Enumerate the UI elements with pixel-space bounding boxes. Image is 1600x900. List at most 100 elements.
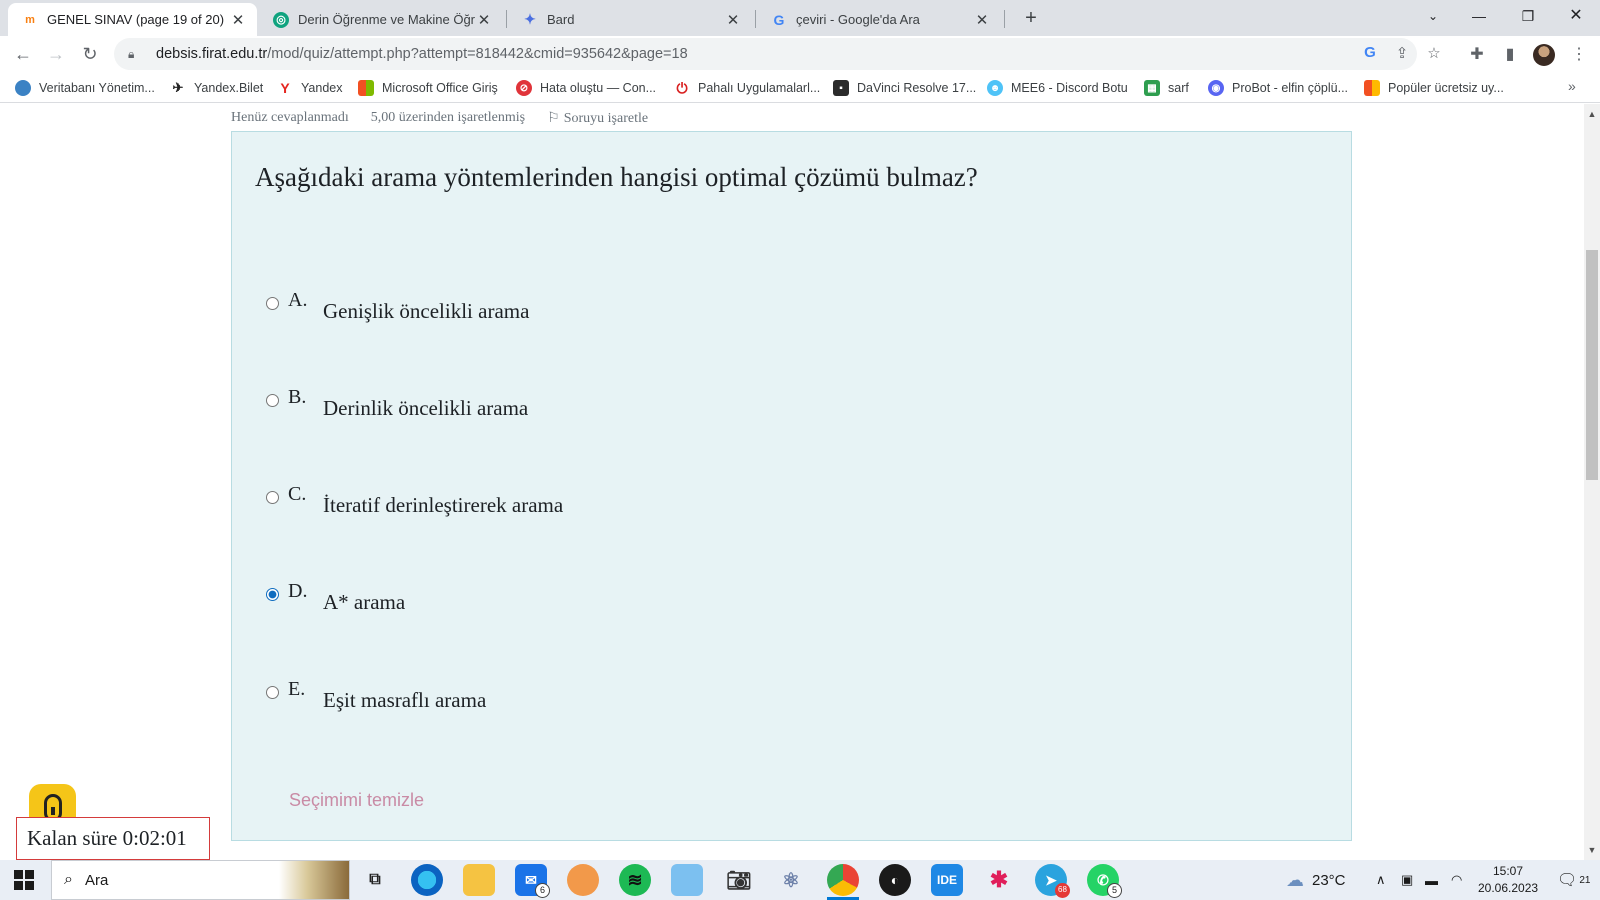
answer-radio-e[interactable]: [266, 686, 279, 699]
tab-search-chevron-icon[interactable]: ⌄: [1410, 0, 1456, 34]
bookmark-item[interactable]: Y Yandex: [277, 79, 342, 97]
minimize-icon[interactable]: —: [1456, 0, 1502, 34]
tab-title: Derin Öğrenme ve Makine Öğrenmesi: [298, 12, 475, 27]
bookmark-item[interactable]: ☻ MEE6 - Discord Botu: [987, 79, 1128, 97]
clock-time: 15:07: [1492, 864, 1524, 878]
close-tab-icon[interactable]: ✕: [475, 11, 493, 29]
answer-text: Eşit masraflı arama: [323, 688, 487, 712]
address-bar[interactable]: 🔒︎ debsis.firat.edu.tr/mod/quiz/attempt.…: [114, 38, 1417, 70]
bookmark-item[interactable]: ⏻ Pahalı Uygulamalarl...: [674, 79, 820, 97]
windows-start-icon[interactable]: [14, 870, 34, 890]
edge-icon[interactable]: [411, 864, 443, 896]
bookmark-item[interactable]: ◉ ProBot - elfin çöplü...: [1208, 79, 1348, 97]
bookmarks-bar: Veritabanı Yönetim... ✈ Yandex.Bilet Y Yan…: [0, 73, 1600, 103]
flag-icon: ⚐: [547, 111, 560, 126]
extensions-icon[interactable]: ✚: [1464, 42, 1490, 68]
page-content: Henüz cevaplanmadı 5,00 üzerinden işaret…: [0, 104, 1584, 860]
close-tab-icon[interactable]: ✕: [229, 11, 247, 29]
url-path: /mod/quiz/attempt.php?attempt=818442&cmi…: [267, 46, 688, 62]
url-host: debsis.firat.edu.tr: [156, 46, 268, 62]
bookmark-item[interactable]: ✈ Yandex.Bilet: [170, 79, 264, 97]
close-window-icon[interactable]: ✕: [1553, 0, 1599, 34]
flag-question-link[interactable]: ⚐ Soruyu işaretle: [547, 110, 648, 127]
error-icon: ⊘: [516, 80, 532, 96]
atom-icon[interactable]: ⚛: [775, 864, 807, 896]
more-bookmarks-icon[interactable]: »: [1568, 78, 1576, 94]
browser-tab-strip: m GENEL SINAV (page 19 of 20) ✕ ◎ Derin …: [0, 0, 1600, 36]
tab-genel-sinav[interactable]: m GENEL SINAV (page 19 of 20) ✕: [8, 3, 257, 36]
weather-cloud-icon: ☁: [1286, 869, 1304, 890]
bookmark-item[interactable]: Veritabanı Yönetim...: [15, 79, 155, 97]
forward-icon[interactable]: →: [42, 41, 70, 69]
scrollbar-thumb[interactable]: [1586, 250, 1598, 480]
tray-chevron-icon[interactable]: ∧: [1376, 860, 1386, 900]
camera-icon[interactable]: 📷︎: [723, 864, 755, 896]
tab-title: Bard: [547, 12, 575, 27]
chrome-icon[interactable]: [827, 864, 859, 900]
photos-icon[interactable]: [671, 864, 703, 896]
slack-icon[interactable]: ✱: [983, 864, 1015, 896]
google-translate-icon[interactable]: G: [1360, 44, 1380, 61]
answer-radio-b[interactable]: [266, 394, 279, 407]
notifications-icon[interactable]: 🗨︎ 21: [1557, 860, 1590, 900]
menu-kebab-icon[interactable]: ⋮: [1566, 42, 1592, 68]
file-explorer-icon[interactable]: [463, 864, 495, 896]
answer-letter: C.: [288, 483, 307, 505]
globe-icon: [15, 80, 31, 96]
yandex-icon: Y: [280, 80, 290, 96]
tab-bard[interactable]: ✦ Bard ✕: [508, 3, 752, 36]
obs-icon[interactable]: ◐: [879, 864, 911, 896]
answer-radio-a[interactable]: [266, 297, 279, 310]
taskbar-search[interactable]: ⌕ Ara: [51, 860, 350, 900]
scroll-down-icon[interactable]: ▼: [1584, 842, 1600, 858]
tab-separator: [1004, 10, 1005, 28]
back-icon[interactable]: ←: [9, 41, 37, 69]
answer-radio-d[interactable]: [266, 588, 279, 601]
reload-icon[interactable]: ↻: [76, 41, 104, 69]
question-text: Aşağıdaki arama yöntemlerinden hangisi o…: [255, 162, 978, 192]
bookmark-item[interactable]: Popüler ücretsiz uy...: [1364, 79, 1504, 97]
answer-letter: D.: [288, 580, 308, 602]
taskbar-clock[interactable]: 15:07 20.06.2023: [1478, 863, 1538, 897]
page-scrollbar[interactable]: ▲ ▼: [1584, 104, 1600, 860]
moodle-icon: m: [25, 13, 35, 26]
task-view-icon[interactable]: ⧉: [359, 864, 391, 896]
microsoft-icon: [358, 80, 374, 96]
bookmark-item[interactable]: ⊘ Hata oluştu — Con...: [516, 79, 656, 97]
new-tab-button[interactable]: +: [1018, 6, 1044, 32]
ide-icon[interactable]: IDE: [931, 864, 963, 896]
meet-icon[interactable]: ▣: [1401, 860, 1413, 900]
question-status: Henüz cevaplanmadı: [231, 110, 349, 125]
clear-choice-link[interactable]: Seçimimi temizle: [289, 790, 424, 811]
weather-widget[interactable]: ☁ 23°C: [1286, 860, 1346, 900]
question-mark: 5,00 üzerinden işaretlenmiş: [370, 110, 526, 125]
share-icon[interactable]: ⇪: [1392, 44, 1412, 62]
side-panel-icon[interactable]: ▮: [1497, 42, 1523, 68]
wifi-icon[interactable]: ◠: [1451, 860, 1462, 900]
scratch-cat-icon[interactable]: [567, 864, 599, 896]
mail-icon[interactable]: ✉ 6: [515, 864, 550, 898]
answer-text: Genişlik öncelikli arama: [323, 299, 530, 323]
answer-radio-c[interactable]: [266, 491, 279, 504]
sheets-icon: ▦: [1144, 80, 1160, 96]
restore-icon[interactable]: ❐: [1505, 0, 1551, 34]
tab-derin-ogrenme[interactable]: ◎ Derin Öğrenme ve Makine Öğrenmesi ✕: [259, 3, 503, 36]
search-placeholder: Ara: [84, 871, 109, 889]
bookmark-item[interactable]: ▪ DaVinci Resolve 17...: [833, 79, 976, 97]
profile-avatar[interactable]: [1533, 44, 1555, 66]
whatsapp-icon[interactable]: ✆ 5: [1087, 864, 1122, 898]
bookmark-star-icon[interactable]: ☆: [1424, 44, 1444, 62]
close-tab-icon[interactable]: ✕: [973, 11, 991, 29]
telegram-icon[interactable]: ➤ 68: [1035, 864, 1070, 898]
answer-text: İteratif derinleştirerek arama: [323, 493, 564, 517]
davinci-icon: ▪: [833, 80, 849, 96]
tab-ceviri-google[interactable]: G çeviri - Google'da Ara ✕: [757, 3, 1001, 36]
scroll-up-icon[interactable]: ▲: [1584, 106, 1600, 122]
bookmark-item[interactable]: Microsoft Office Giriş: [358, 79, 498, 97]
microsoft-store-icon: [1364, 80, 1380, 96]
battery-icon[interactable]: ▬: [1425, 860, 1438, 900]
quiz-timer: Kalan süre 0:02:01: [16, 817, 210, 860]
spotify-icon[interactable]: ≋: [619, 864, 651, 896]
close-tab-icon[interactable]: ✕: [724, 11, 742, 29]
bookmark-item[interactable]: ▦ sarf: [1144, 79, 1189, 97]
